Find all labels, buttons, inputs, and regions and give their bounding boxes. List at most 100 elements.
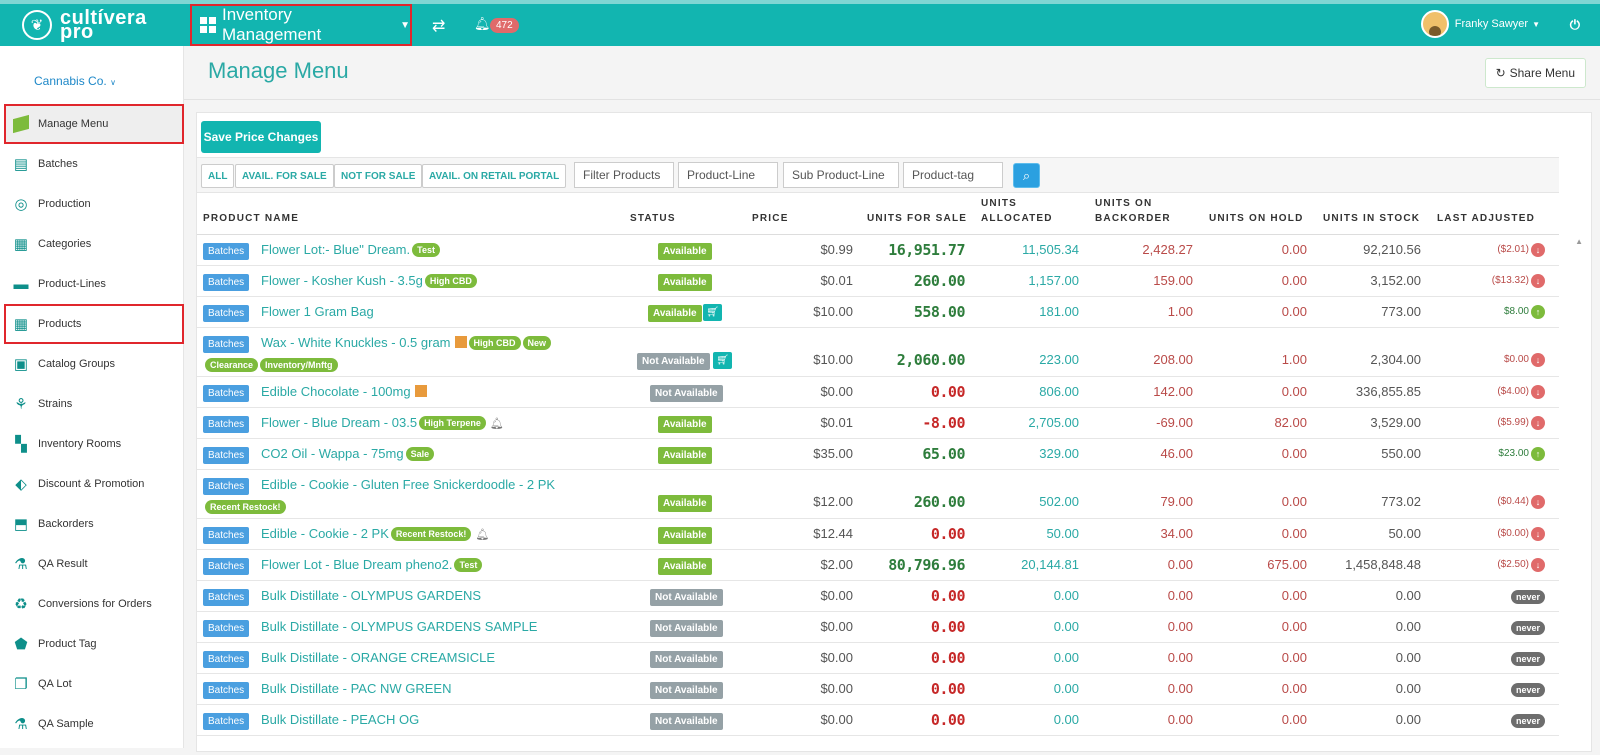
price-value[interactable]: $0.00 (820, 712, 853, 727)
swap-icon[interactable]: ⇄ (432, 16, 445, 36)
product-name-link[interactable]: Flower Lot - Blue Dream pheno2. Test (261, 557, 483, 572)
search-icon: ⌕ (1022, 167, 1031, 183)
batches-button[interactable]: Batches (203, 651, 250, 668)
price-value[interactable]: $10.00 (813, 304, 853, 319)
col-last-adjusted[interactable]: LAST ADJUSTED (1437, 211, 1535, 226)
batches-button[interactable]: Batches (203, 305, 250, 322)
sidebar-item-qa-sample[interactable]: ⚗ QA Sample (0, 704, 184, 744)
product-name-link[interactable]: Bulk Distillate - PEACH OG (261, 712, 419, 727)
batches-button[interactable]: Batches (203, 682, 250, 699)
sidebar-item-products[interactable]: ▦ Products (4, 304, 184, 344)
units-for-sale: 0.00 (930, 587, 966, 605)
sidebar-item-product-tag[interactable]: ⬟ Product Tag (0, 624, 184, 664)
product-name-link[interactable]: Wax - White Knuckles - 0.5 gram High CBD N… (261, 335, 552, 350)
col-units-allocated[interactable]: UNITS ALLOCATED (981, 196, 1053, 226)
bell-icon[interactable]: 🔔︎ (490, 417, 504, 430)
sidebar-item-production[interactable]: ◎ Production (0, 184, 184, 224)
search-button[interactable]: ⌕ (1013, 163, 1040, 188)
filter-avail-for-sale-button[interactable]: AVAIL. FOR SALE (235, 164, 334, 188)
user-menu[interactable]: Franky Sawyer ▼ (1420, 10, 1540, 38)
bell-icon[interactable]: 🔔︎ (474, 16, 491, 32)
product-name-link[interactable]: Flower - Blue Dream - 03.5 High Terpene 🔔︎ (261, 415, 504, 430)
notification-count[interactable]: 472 (490, 18, 519, 33)
cart-icon[interactable]: 🛒︎ (703, 304, 722, 321)
batches-button[interactable]: Batches (203, 713, 250, 730)
price-value[interactable]: $0.01 (820, 415, 853, 430)
batches-button[interactable]: Batches (203, 416, 250, 433)
filter-retail-portal-button[interactable]: AVAIL. ON RETAIL PORTAL (422, 164, 567, 188)
product-name-link[interactable]: Flower - Kosher Kush - 3.5g High CBD (261, 273, 477, 288)
price-value[interactable]: $35.00 (813, 446, 853, 461)
product-tag-select[interactable]: Product-tag (903, 162, 1003, 188)
sidebar-item-batches[interactable]: ▤ Batches (0, 144, 184, 184)
units-for-sale: 0.00 (930, 680, 966, 698)
sidebar-item-conversions[interactable]: ♻ Conversions for Orders (0, 584, 184, 624)
batches-button[interactable]: Batches (203, 447, 250, 464)
filter-not-for-sale-button[interactable]: NOT FOR SALE (334, 164, 423, 188)
scroll-up-icon[interactable]: ▲ (1575, 237, 1583, 246)
product-name-link[interactable]: Flower Lot:- Blue" Dream. Test (261, 242, 440, 257)
batches-button[interactable]: Batches (203, 385, 250, 402)
power-icon[interactable]: ⏻ (1570, 17, 1580, 33)
product-name-link[interactable]: Edible - Cookie - Gluten Free Snickerdoo… (261, 477, 555, 492)
product-name-link[interactable]: Edible - Cookie - 2 PK Recent Restock! 🔔︎ (261, 526, 489, 541)
price-value[interactable]: $0.00 (820, 619, 853, 634)
share-menu-button[interactable]: ↻ Share Menu (1484, 58, 1586, 88)
price-value[interactable]: $10.00 (813, 352, 853, 367)
batches-button[interactable]: Batches (203, 336, 250, 353)
sub-product-line-select[interactable]: Sub Product-Line (783, 162, 899, 188)
sidebar-item-qa-result[interactable]: ⚗ QA Result (0, 544, 184, 584)
sidebar-item-strains[interactable]: ⚘ Strains (0, 384, 184, 424)
scrollbar[interactable]: ▲ (1561, 235, 1591, 755)
logo[interactable]: ❦ cultívera pro (0, 4, 184, 46)
batches-button[interactable]: Batches (203, 478, 250, 495)
col-units-on-backorder[interactable]: UNITS ON BACKORDER (1095, 196, 1171, 226)
product-name-link[interactable]: Flower 1 Gram Bag (261, 304, 374, 319)
cart-icon[interactable]: 🛒︎ (713, 352, 732, 369)
sidebar-item-inventory-rooms[interactable]: ▚ Inventory Rooms (0, 424, 184, 464)
col-units-in-stock[interactable]: UNITS IN STOCK (1323, 211, 1420, 226)
price-value[interactable]: $12.00 (813, 494, 853, 509)
sidebar-item-qa-lot[interactable]: ❐ QA Lot (0, 664, 184, 704)
price-value[interactable]: $0.00 (820, 650, 853, 665)
col-price[interactable]: PRICE (752, 211, 789, 226)
save-price-changes-button[interactable]: Save Price Changes (201, 121, 321, 153)
price-value[interactable]: $0.00 (820, 384, 853, 399)
col-units-for-sale[interactable]: UNITS FOR SALE (867, 211, 967, 226)
col-product-name[interactable]: PRODUCT NAME (203, 211, 299, 226)
bell-icon[interactable]: 🔔︎ (475, 528, 489, 541)
price-value[interactable]: $0.00 (820, 588, 853, 603)
sidebar-item-catalog-groups[interactable]: ▣ Catalog Groups (0, 344, 184, 384)
price-value[interactable]: $0.01 (820, 273, 853, 288)
batches-button[interactable]: Batches (203, 243, 250, 260)
price-value[interactable]: $0.00 (820, 681, 853, 696)
product-name-link[interactable]: Edible Chocolate - 100mg (261, 384, 427, 399)
sidebar-item-categories[interactable]: ▦ Categories (0, 224, 184, 264)
sidebar-item-manage-menu[interactable]: Manage Menu (4, 104, 184, 144)
sidebar-item-backorders[interactable]: ⬒ Backorders (0, 504, 184, 544)
sidebar-item-discount-promotion[interactable]: ⬖ Discount & Promotion (0, 464, 184, 504)
price-value[interactable]: $12.44 (813, 526, 853, 541)
product-line-select[interactable]: Product-Line (678, 162, 778, 188)
col-status[interactable]: STATUS (630, 211, 676, 226)
product-name-link[interactable]: Bulk Distillate - PAC NW GREEN (261, 681, 451, 696)
product-name-link[interactable]: Bulk Distillate - OLYMPUS GARDENS SAMPLE (261, 619, 537, 634)
col-units-on-hold[interactable]: UNITS ON HOLD (1209, 211, 1304, 226)
product-name-link[interactable]: Bulk Distillate - OLYMPUS GARDENS (261, 588, 481, 603)
product-name-link[interactable]: CO2 Oil - Wappa - 75mg Sale (261, 446, 435, 461)
product-name-link[interactable]: Bulk Distillate - ORANGE CREAMSICLE (261, 650, 495, 665)
batches-button[interactable]: Batches (203, 558, 250, 575)
price-value[interactable]: $2.00 (820, 557, 853, 572)
company-selector[interactable]: Cannabis Co. ∨ (34, 74, 116, 88)
table-icon: ▦ (13, 236, 29, 253)
module-dropdown[interactable]: Inventory Management ▼ (190, 4, 412, 46)
batches-button[interactable]: Batches (203, 527, 250, 544)
batches-button[interactable]: Batches (203, 274, 250, 291)
product-name: CO2 Oil - Wappa - 75mg (261, 446, 404, 461)
filter-all-button[interactable]: ALL (201, 164, 235, 188)
batches-button[interactable]: Batches (203, 589, 250, 606)
sidebar-item-product-lines[interactable]: ▬ Product-Lines (0, 264, 184, 304)
batches-button[interactable]: Batches (203, 620, 250, 637)
price-value[interactable]: $0.99 (820, 242, 853, 257)
filter-products-input[interactable]: Filter Products (574, 162, 674, 188)
